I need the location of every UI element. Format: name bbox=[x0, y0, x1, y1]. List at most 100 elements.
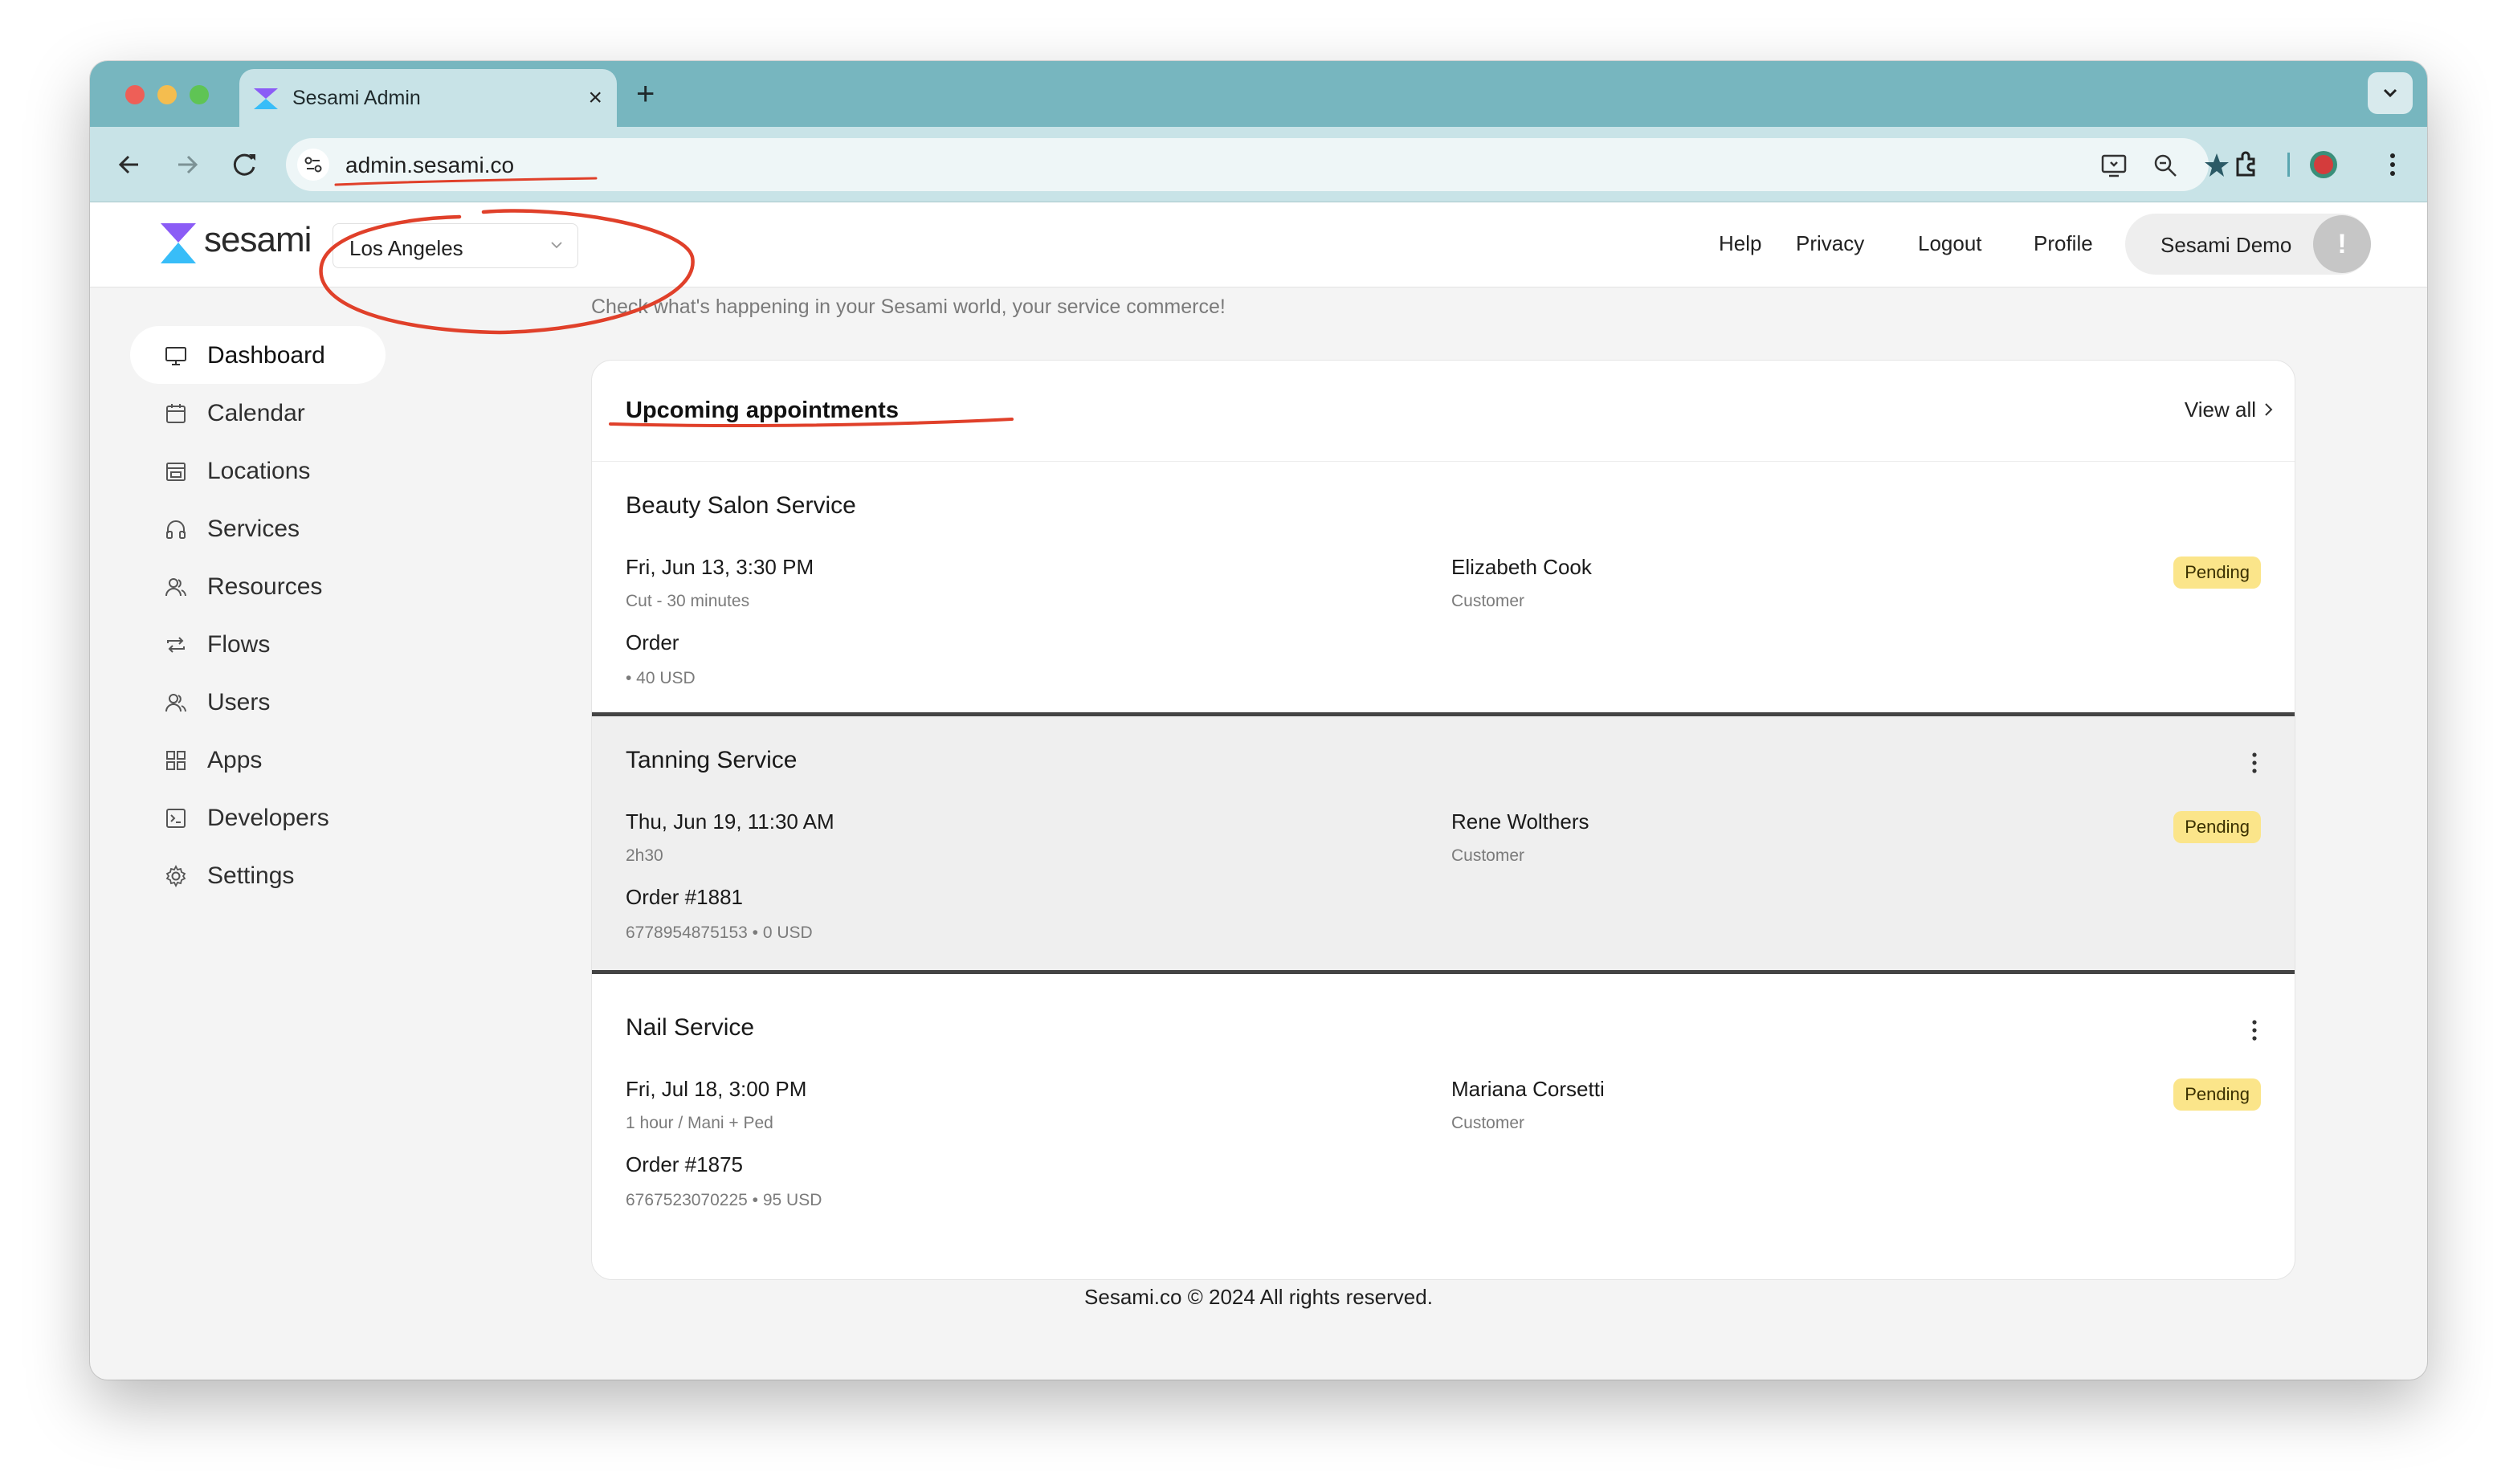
status-badge: Pending bbox=[2173, 1078, 2261, 1111]
extensions-icon[interactable] bbox=[2226, 145, 2267, 185]
chevron-down-icon bbox=[2383, 88, 2397, 98]
app-header: sesami Los Angeles Help Privacy Logout P… bbox=[90, 202, 2427, 287]
sidebar-item-label: Developers bbox=[207, 805, 329, 831]
sesami-logo-icon[interactable] bbox=[161, 223, 196, 263]
profile-avatar-icon[interactable] bbox=[2303, 145, 2344, 185]
browser-tab[interactable]: Sesami Admin × bbox=[239, 69, 617, 127]
logo-text[interactable]: sesami bbox=[204, 220, 312, 260]
sidebar-item-resources[interactable]: Resources bbox=[130, 557, 386, 615]
sesami-favicon-icon bbox=[254, 88, 278, 109]
appointment-customer-role: Customer bbox=[1451, 592, 1525, 610]
appointment-time: Fri, Jul 18, 3:00 PM bbox=[626, 1077, 807, 1101]
people-icon bbox=[165, 578, 186, 597]
appointment-service: Nail Service bbox=[626, 1014, 755, 1041]
appointment-customer: Rene Wolthers bbox=[1451, 809, 1589, 834]
appointment-item[interactable]: Tanning Service Thu, Jun 19, 11:30 AM 2h… bbox=[592, 712, 2295, 974]
calendar-icon bbox=[166, 404, 186, 423]
appointment-item[interactable]: Beauty Salon Service Fri, Jun 13, 3:30 P… bbox=[592, 462, 2295, 724]
privacy-link[interactable]: Privacy bbox=[1796, 231, 1864, 256]
appointment-order-detail: 6767523070225 • 95 USD bbox=[626, 1191, 822, 1209]
profile-link[interactable]: Profile bbox=[2034, 231, 2093, 256]
more-options-icon[interactable] bbox=[2250, 1016, 2259, 1045]
sidebar-item-services[interactable]: Services bbox=[130, 499, 386, 557]
help-link[interactable]: Help bbox=[1719, 231, 1761, 256]
close-window-button[interactable] bbox=[125, 85, 145, 104]
new-tab-button[interactable]: + bbox=[636, 74, 655, 114]
sidebar-item-label: Services bbox=[207, 516, 300, 542]
toolbar-divider bbox=[2287, 153, 2290, 177]
sidebar-item-apps[interactable]: Apps bbox=[130, 731, 386, 789]
appointment-customer: Elizabeth Cook bbox=[1451, 555, 1592, 579]
reload-icon[interactable] bbox=[225, 145, 265, 185]
url-text: admin.sesami.co bbox=[345, 153, 515, 177]
install-app-icon[interactable] bbox=[2099, 151, 2128, 180]
tab-title: Sesami Admin bbox=[292, 87, 421, 109]
site-info-icon[interactable] bbox=[297, 149, 329, 181]
browser-window: Sesami Admin × + admin.sesami.co sesami … bbox=[90, 61, 2427, 1380]
sidebar-item-users[interactable]: Users bbox=[130, 673, 386, 731]
store-icon bbox=[166, 463, 186, 481]
user-name: Sesami Demo bbox=[2160, 233, 2292, 257]
sidebar-item-label: Flows bbox=[207, 631, 271, 658]
appointment-item[interactable]: Nail Service Fri, Jul 18, 3:00 PM 1 hour… bbox=[592, 984, 2295, 1246]
appointment-detail: 2h30 bbox=[626, 846, 663, 865]
appointment-service: Beauty Salon Service bbox=[626, 492, 856, 519]
sidebar-item-label: Calendar bbox=[207, 400, 305, 426]
avatar: ! bbox=[2313, 215, 2371, 273]
minimize-window-button[interactable] bbox=[157, 85, 177, 104]
sidebar-item-settings[interactable]: Settings bbox=[130, 846, 386, 904]
appointment-order-detail: • 40 USD bbox=[626, 669, 696, 687]
status-badge: Pending bbox=[2173, 811, 2261, 843]
tab-strip: Sesami Admin × + bbox=[90, 61, 2427, 127]
logout-link[interactable]: Logout bbox=[1918, 231, 1982, 256]
upcoming-appointments-card: Upcoming appointments View all Beauty Sa… bbox=[591, 360, 2295, 1280]
chevron-down-icon bbox=[551, 242, 562, 249]
appointment-time: Fri, Jun 13, 3:30 PM bbox=[626, 555, 814, 579]
appointment-customer-role: Customer bbox=[1451, 846, 1525, 865]
sidebar-item-label: Dashboard bbox=[207, 342, 325, 369]
sidebar-item-label: Users bbox=[207, 689, 271, 716]
more-options-icon[interactable] bbox=[2250, 748, 2259, 777]
tab-search-button[interactable] bbox=[2368, 72, 2413, 114]
maximize-window-button[interactable] bbox=[190, 85, 209, 104]
appointment-detail: 1 hour / Mani + Ped bbox=[626, 1114, 773, 1132]
user-menu-button[interactable]: Sesami Demo ! bbox=[2125, 214, 2371, 275]
sidebar-item-calendar[interactable]: Calendar bbox=[130, 384, 386, 442]
sidebar-item-label: Resources bbox=[207, 573, 323, 600]
address-bar[interactable]: admin.sesami.co bbox=[286, 138, 2229, 191]
location-select-value: Los Angeles bbox=[349, 236, 463, 260]
page-subtitle: Check what's happening in your Sesami wo… bbox=[591, 296, 1226, 318]
appointment-order: Order bbox=[626, 630, 679, 654]
appointment-order: Order #1881 bbox=[626, 885, 743, 909]
sidebar-item-flows[interactable]: Flows bbox=[130, 615, 386, 673]
location-select[interactable]: Los Angeles bbox=[333, 223, 578, 268]
tab-close-icon[interactable]: × bbox=[588, 82, 602, 114]
forward-arrow-icon[interactable] bbox=[167, 145, 207, 185]
zoom-icon[interactable] bbox=[2151, 151, 2180, 180]
appointment-order-detail: 6778954875153 • 0 USD bbox=[626, 923, 813, 942]
card-title: Upcoming appointments bbox=[626, 398, 899, 423]
terminal-icon bbox=[166, 809, 186, 828]
appointment-order: Order #1875 bbox=[626, 1152, 743, 1176]
appointment-time: Thu, Jun 19, 11:30 AM bbox=[626, 809, 834, 834]
browser-toolbar: admin.sesami.co bbox=[90, 127, 2427, 202]
repeat-icon bbox=[167, 637, 185, 653]
chevron-right-icon[interactable] bbox=[2259, 401, 2277, 418]
gear-icon bbox=[165, 864, 186, 888]
browser-menu-icon[interactable] bbox=[2373, 145, 2413, 185]
users-icon bbox=[165, 694, 186, 712]
sidebar: Dashboard Calendar Locations Services Re… bbox=[130, 326, 387, 904]
sidebar-item-label: Locations bbox=[207, 458, 311, 484]
page-footer: Sesami.co © 2024 All rights reserved. bbox=[1084, 1285, 1433, 1309]
appointment-customer: Mariana Corsetti bbox=[1451, 1077, 1605, 1101]
view-all-link[interactable]: View all bbox=[2185, 398, 2256, 422]
sidebar-item-locations[interactable]: Locations bbox=[130, 442, 386, 499]
apps-icon bbox=[166, 751, 186, 770]
appointment-service: Tanning Service bbox=[626, 747, 798, 773]
appointment-customer-role: Customer bbox=[1451, 1114, 1525, 1132]
sidebar-item-dashboard[interactable]: Dashboard bbox=[130, 326, 386, 384]
appointment-detail: Cut - 30 minutes bbox=[626, 592, 750, 610]
back-arrow-icon[interactable] bbox=[109, 145, 149, 185]
sidebar-item-developers[interactable]: Developers bbox=[130, 789, 386, 846]
card-header: Upcoming appointments View all bbox=[592, 361, 2295, 462]
